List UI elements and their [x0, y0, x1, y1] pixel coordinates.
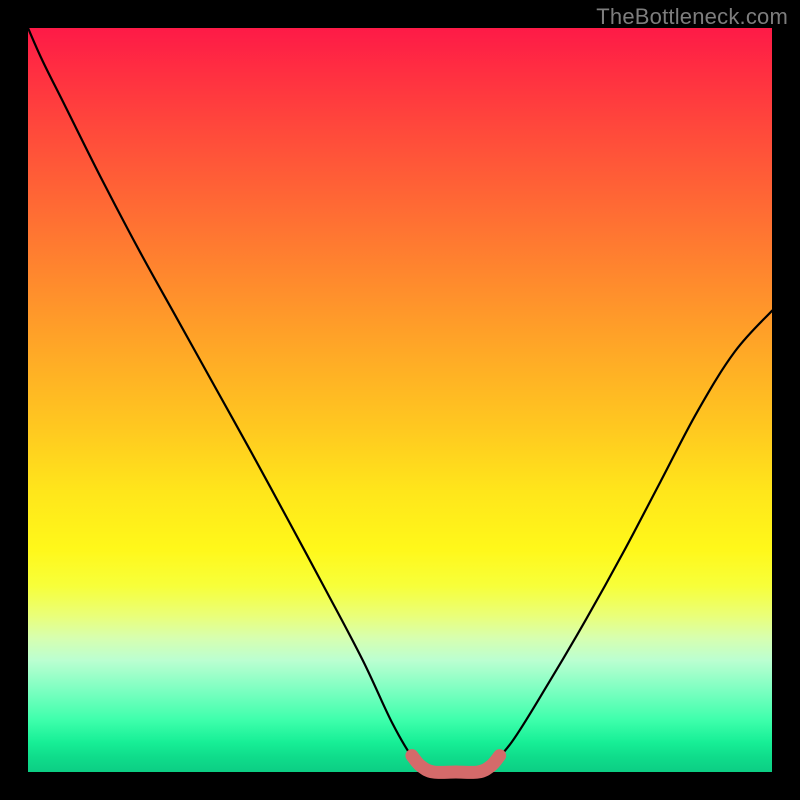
- bottleneck-curve: [28, 28, 772, 773]
- chart-frame: TheBottleneck.com: [0, 0, 800, 800]
- watermark-text: TheBottleneck.com: [596, 4, 788, 30]
- chart-plot-area: [28, 28, 772, 772]
- chart-svg: [28, 28, 772, 772]
- minimum-highlight: [412, 756, 500, 773]
